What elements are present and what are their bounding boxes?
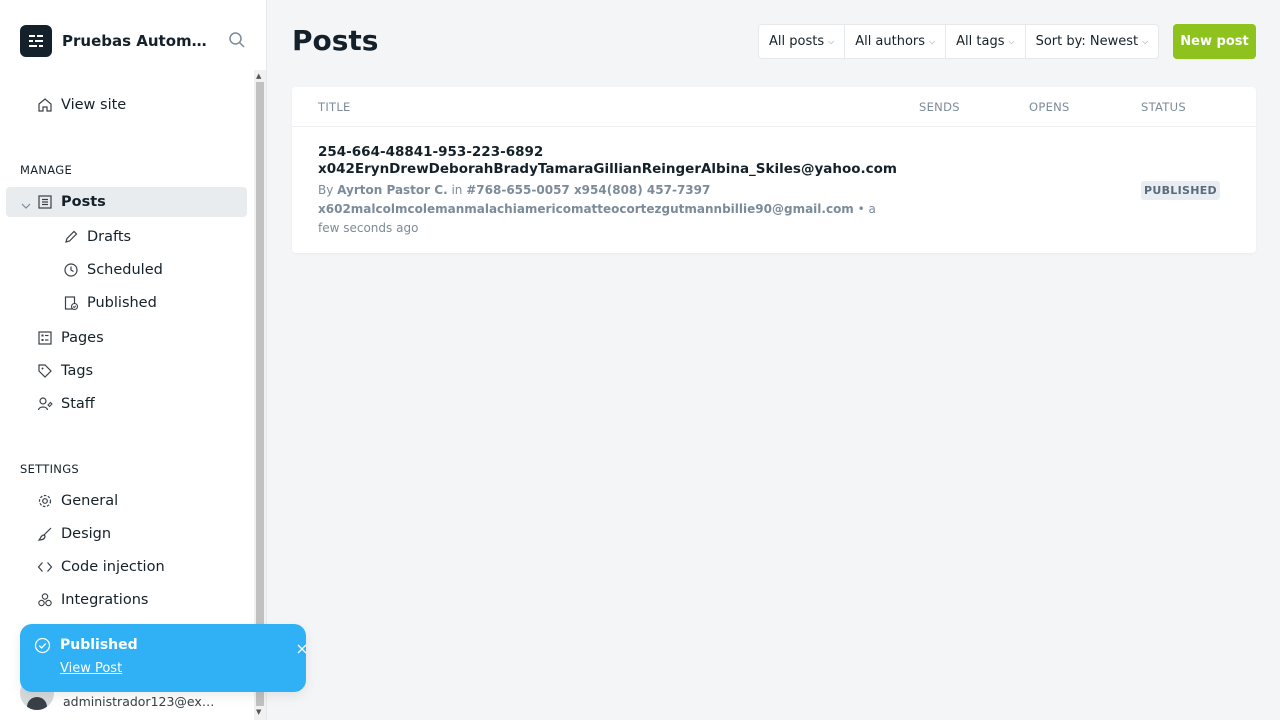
clock-icon: [62, 261, 80, 279]
nav-published-label: Published: [87, 295, 157, 311]
nav-view-site-label: View site: [61, 97, 127, 113]
nav-general-label: General: [61, 493, 119, 509]
nav-code-injection-label: Code injection: [61, 559, 165, 575]
nav-tags[interactable]: Tags: [6, 356, 247, 386]
nav-view-site[interactable]: View site: [6, 90, 247, 120]
gear-icon: [36, 492, 54, 510]
nav-drafts-label: Drafts: [87, 229, 132, 245]
nav-design-label: Design: [61, 526, 112, 542]
pages-icon: [36, 329, 54, 347]
check-circle-icon: [34, 637, 51, 658]
table-header: TITLE SENDS OPENS STATUS: [292, 87, 1256, 127]
brush-icon: [36, 525, 54, 543]
chevron-down-icon: ⌵: [929, 36, 936, 46]
sidebar: Pruebas Automatizadas View site MANAGE P…: [0, 0, 267, 720]
column-sends: SENDS: [919, 100, 960, 114]
pencil-icon: [62, 228, 80, 246]
brand[interactable]: Pruebas Automatizadas: [20, 25, 212, 57]
scrollbar-thumb[interactable]: [256, 82, 264, 706]
scroll-up-icon[interactable]: ▲: [256, 72, 261, 80]
post-title-line2: x042ErynDrewDeborahBradyTamaraGillianRei…: [318, 161, 897, 177]
nav-pages[interactable]: Pages: [6, 323, 247, 353]
meta-by: By: [318, 183, 334, 197]
nav-tags-label: Tags: [61, 363, 94, 379]
column-status: STATUS: [1141, 100, 1186, 114]
nav-staff-label: Staff: [61, 396, 95, 412]
chevron-down-icon: ⌵: [1008, 36, 1015, 46]
posts-table: TITLE SENDS OPENS STATUS 254-664-48841-9…: [292, 87, 1256, 253]
nav-staff[interactable]: Staff: [6, 389, 247, 419]
filter-author-select[interactable]: All authors ⌵: [845, 25, 947, 58]
settings-section-title: SETTINGS: [20, 462, 80, 476]
brand-logo-icon: [20, 25, 52, 57]
post-title[interactable]: 254-664-48841-953-223-6892 x042ErynDrewD…: [318, 144, 898, 178]
status-badge: PUBLISHED: [1141, 181, 1220, 200]
post-filters: All posts ⌵ All authors ⌵ All tags ⌵ Sort b…: [758, 24, 1160, 59]
site-name: Pruebas Automatizadas: [62, 32, 212, 50]
toast-title: Published: [60, 637, 138, 653]
post-title-line1: 254-664-48841-953-223-6892: [318, 144, 544, 160]
manage-section-title: MANAGE: [20, 163, 73, 177]
user-email: administrador123@example.com: [63, 693, 215, 709]
nav-published[interactable]: Published: [6, 288, 247, 318]
code-icon: [36, 558, 54, 576]
chevron-down-icon: ⌵: [828, 36, 835, 46]
page-title: Posts: [292, 24, 379, 57]
chevron-down-icon[interactable]: [21, 198, 31, 214]
home-icon: [36, 96, 54, 114]
nav-scheduled-label: Scheduled: [87, 262, 163, 278]
filter-author-label: All authors: [855, 34, 926, 49]
tag-icon: [36, 362, 54, 380]
nav-posts[interactable]: Posts: [6, 187, 247, 217]
sidebar-scrollbar[interactable]: ▲ ▼: [254, 70, 266, 720]
scroll-down-icon[interactable]: ▼: [256, 708, 261, 716]
filter-type-select[interactable]: All posts ⌵: [759, 25, 846, 58]
nav-posts-label: Posts: [61, 194, 106, 210]
sort-label: Sort by: Newest: [1035, 34, 1139, 49]
column-opens: OPENS: [1029, 100, 1070, 114]
posts-icon: [36, 193, 54, 211]
table-row[interactable]: 254-664-48841-953-223-6892 x042ErynDrewD…: [292, 127, 1256, 253]
meta-in: in: [451, 183, 463, 197]
nav-scheduled[interactable]: Scheduled: [6, 255, 247, 285]
chevron-down-icon: ⌵: [1142, 36, 1149, 46]
nav-code-injection[interactable]: Code injection: [6, 552, 247, 582]
filter-type-label: All posts: [769, 34, 825, 49]
post-author: Ayrton Pastor C.: [337, 183, 448, 197]
new-post-button[interactable]: New post: [1173, 24, 1256, 59]
integrations-icon: [36, 591, 54, 609]
nav-pages-label: Pages: [61, 330, 104, 346]
staff-icon: [36, 395, 54, 413]
view-post-link[interactable]: View Post: [60, 661, 122, 676]
post-meta: By Ayrton Pastor C. in #768-655-0057 x95…: [318, 181, 878, 238]
nav-design[interactable]: Design: [6, 519, 247, 549]
nav-drafts[interactable]: Drafts: [6, 222, 247, 252]
nav-integrations-label: Integrations: [61, 592, 149, 608]
published-icon: [62, 294, 80, 312]
nav-general[interactable]: General: [6, 486, 247, 516]
sort-select[interactable]: Sort by: Newest ⌵: [1026, 25, 1159, 58]
filter-tag-select[interactable]: All tags ⌵: [946, 25, 1026, 58]
close-icon[interactable]: [297, 639, 307, 658]
nav-integrations[interactable]: Integrations: [6, 585, 247, 615]
search-icon[interactable]: [228, 31, 248, 51]
filter-tag-label: All tags: [956, 34, 1005, 49]
column-title: TITLE: [318, 100, 351, 114]
published-toast: Published View Post: [20, 624, 307, 692]
